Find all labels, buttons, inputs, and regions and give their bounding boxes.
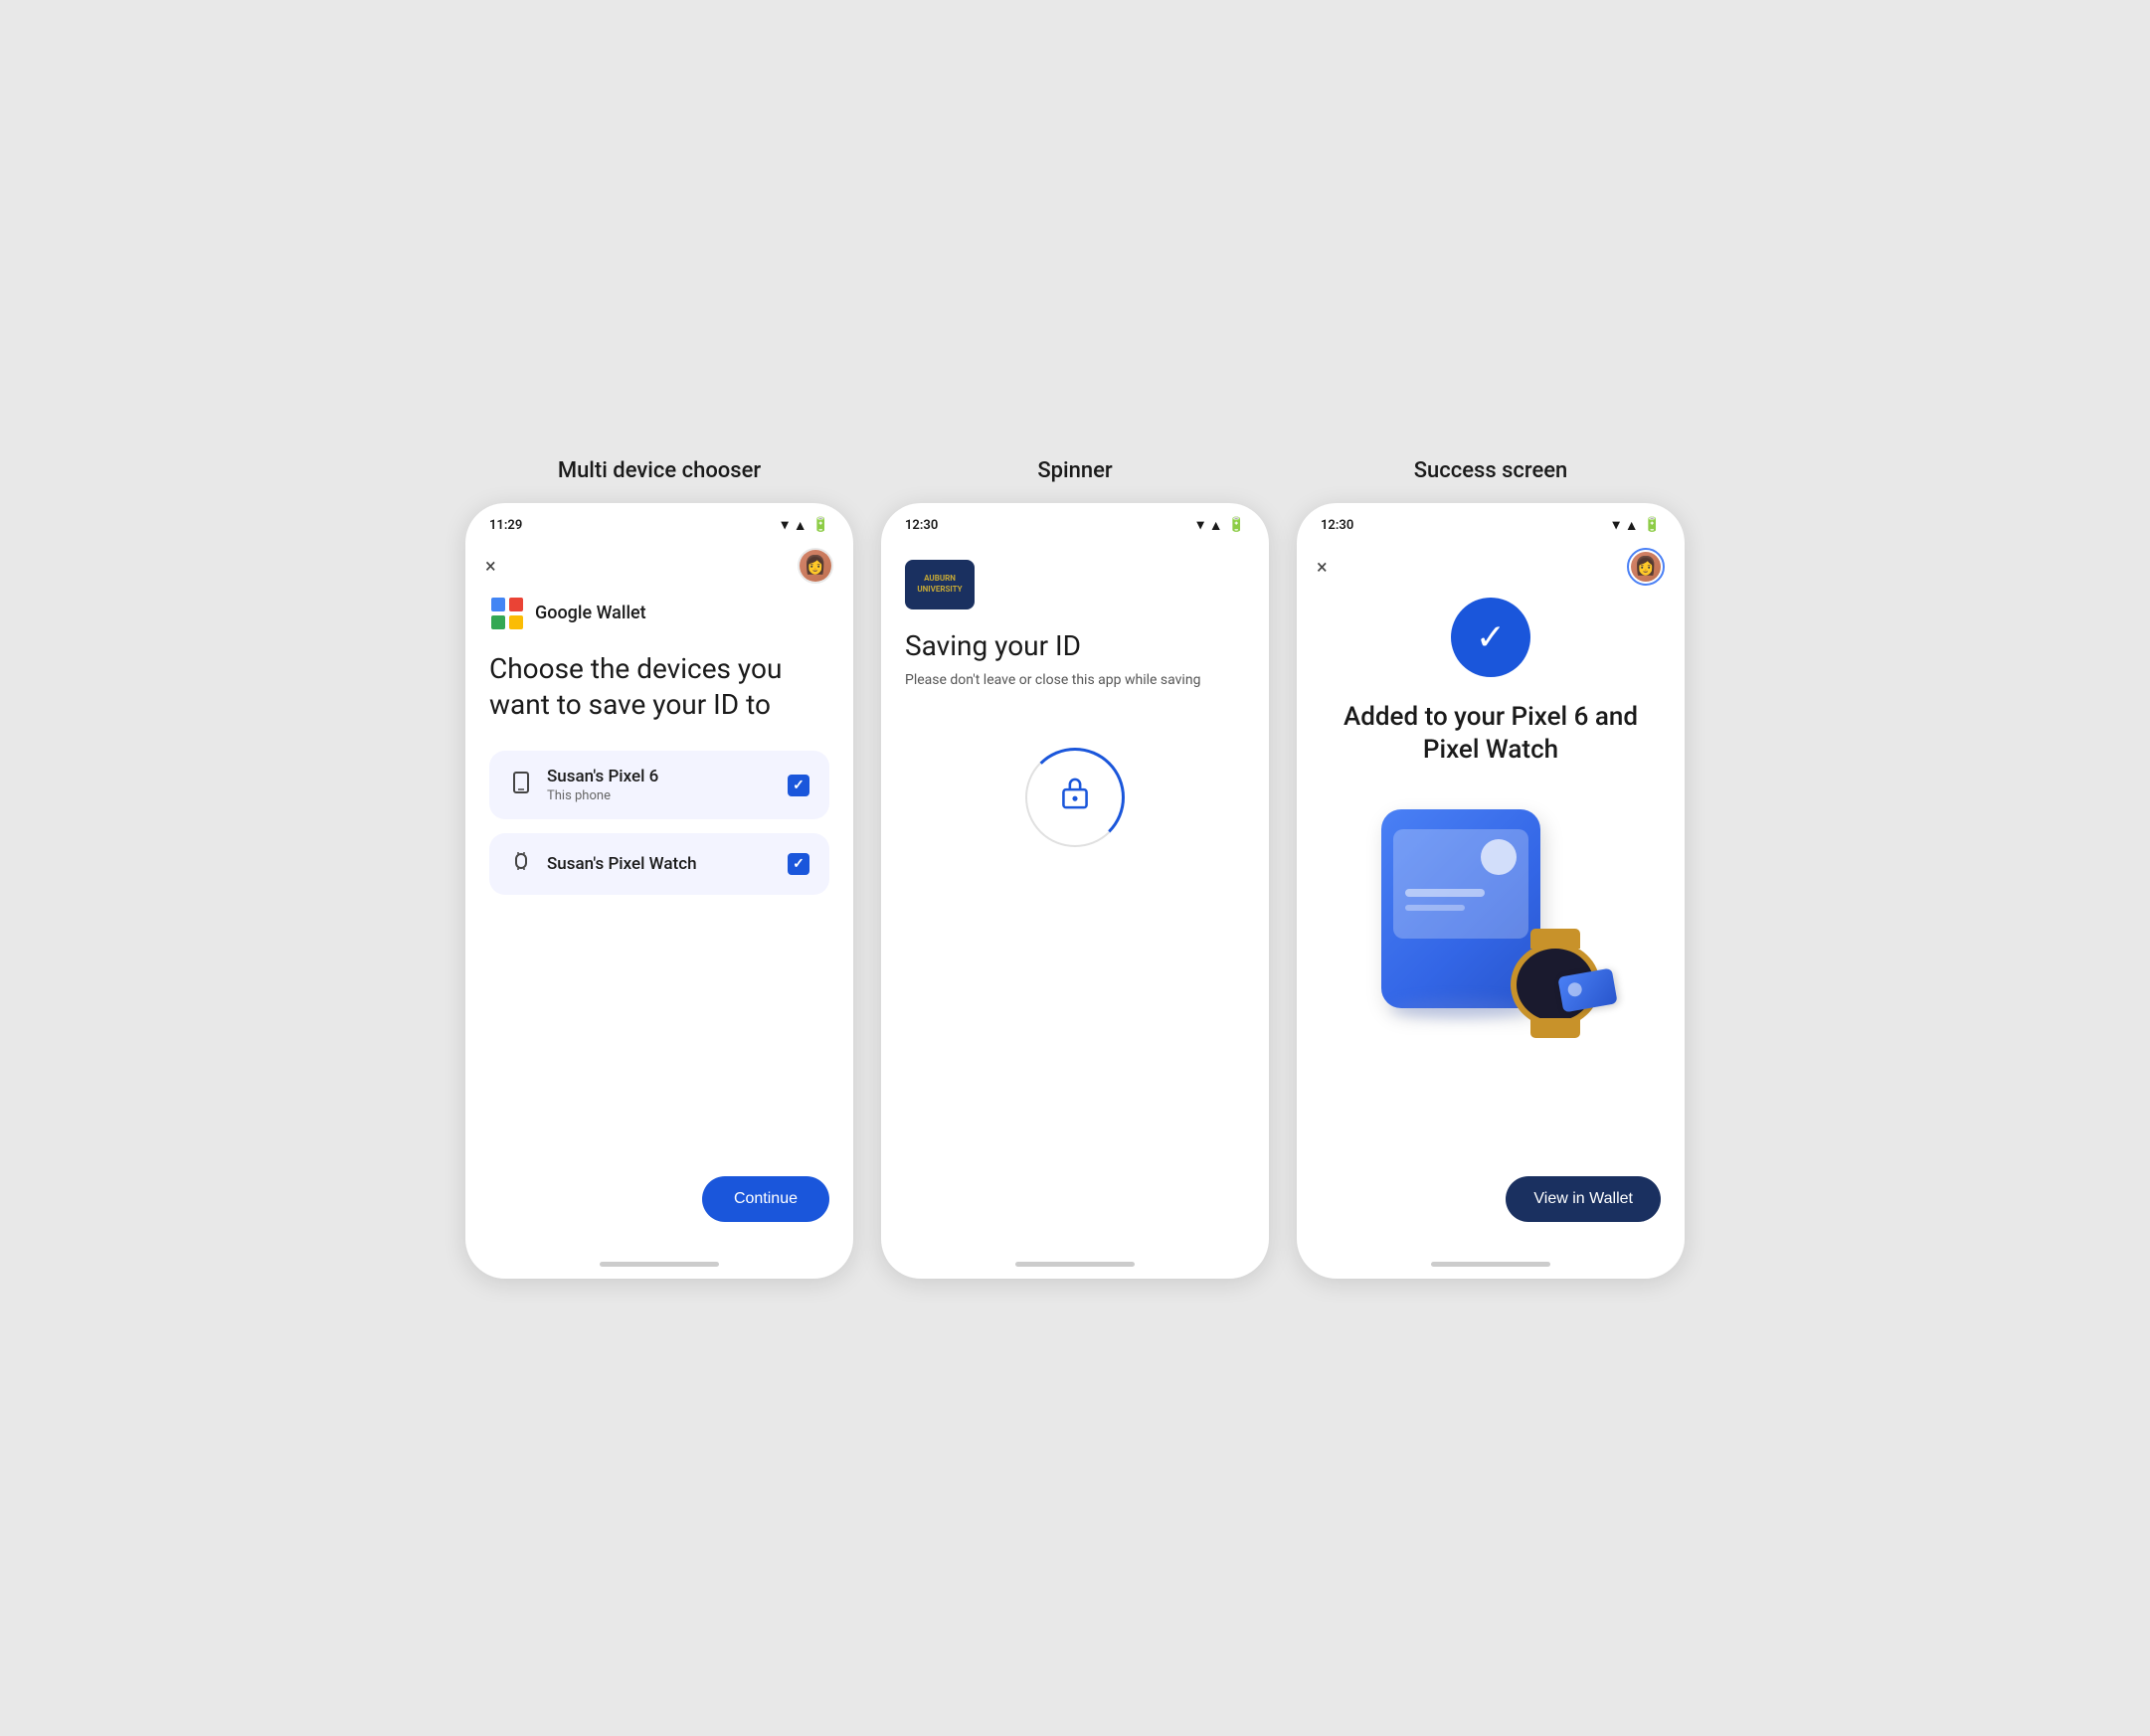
illus-phone-line2 xyxy=(1405,905,1465,911)
home-bar-1 xyxy=(600,1262,719,1267)
watch-device-icon xyxy=(509,849,533,879)
chooser-heading: Choose the devices you want to save your… xyxy=(489,651,829,724)
home-bar-2 xyxy=(1015,1262,1135,1267)
screen3-label: Success screen xyxy=(1414,458,1568,483)
avatar-image-1: 👩 xyxy=(800,550,831,582)
top-bar-2 xyxy=(881,540,1269,560)
screen3-wrapper: Success screen 12:30 ▾ ▲ 🔋 × 👩 ✓ xyxy=(1297,458,1685,1279)
device-item-pixel6[interactable]: Susan's Pixel 6 This phone xyxy=(489,751,829,819)
status-bar-2: 12:30 ▾ ▲ 🔋 xyxy=(881,503,1269,540)
status-time-1: 11:29 xyxy=(489,518,522,533)
screen2-content: AUBURNUNIVERSITY Saving your ID Please d… xyxy=(881,560,1269,1262)
device-sub-pixel6: This phone xyxy=(547,788,774,803)
battery-icon-1: 🔋 xyxy=(812,517,829,533)
device-name-pixel6: Susan's Pixel 6 xyxy=(547,767,774,786)
close-button-1[interactable]: × xyxy=(485,554,496,578)
device-info-pixelwatch: Susan's Pixel Watch xyxy=(547,854,774,874)
device-illustration xyxy=(1361,809,1620,1048)
success-circle: ✓ xyxy=(1451,598,1530,677)
illus-phone-line1 xyxy=(1405,889,1485,897)
illus-card-dot xyxy=(1567,981,1583,997)
view-wallet-btn-wrap: View in Wallet xyxy=(1321,1156,1661,1262)
status-icons-1: ▾ ▲ 🔋 xyxy=(782,517,829,534)
signal-icon-1: ▲ xyxy=(794,517,807,534)
success-checkmark: ✓ xyxy=(1476,616,1506,658)
wallet-header: Google Wallet xyxy=(489,596,829,631)
wallet-title: Google Wallet xyxy=(535,603,646,623)
college-badge: AUBURNUNIVERSITY xyxy=(905,560,975,609)
spinner-area xyxy=(905,748,1245,847)
battery-icon-3: 🔋 xyxy=(1644,517,1661,533)
status-bar-3: 12:30 ▾ ▲ 🔋 xyxy=(1297,503,1685,540)
wallet-logo-icon xyxy=(489,596,525,631)
wifi-icon-1: ▾ xyxy=(782,517,789,533)
illus-watch-band-bottom xyxy=(1530,1018,1580,1038)
saving-subtext: Please don't leave or close this app whi… xyxy=(905,672,1245,688)
lock-icon xyxy=(1059,776,1091,819)
college-badge-text: AUBURNUNIVERSITY xyxy=(917,574,962,595)
wifi-icon-3: ▾ xyxy=(1613,517,1620,533)
wifi-icon-2: ▾ xyxy=(1197,517,1204,533)
phone-frame-2: 12:30 ▾ ▲ 🔋 AUBURNUNIVERSITY Saving your… xyxy=(881,503,1269,1279)
phone-frame-1: 11:29 ▾ ▲ 🔋 × 👩 xyxy=(465,503,853,1279)
device-name-pixelwatch: Susan's Pixel Watch xyxy=(547,854,774,874)
status-time-2: 12:30 xyxy=(905,518,938,533)
screen1-label: Multi device chooser xyxy=(558,458,761,483)
screens-container: Multi device chooser 11:29 ▾ ▲ 🔋 × 👩 xyxy=(465,458,1685,1279)
status-bar-1: 11:29 ▾ ▲ 🔋 xyxy=(465,503,853,540)
illus-phone-avatar xyxy=(1481,839,1517,875)
device-info-pixel6: Susan's Pixel 6 This phone xyxy=(547,767,774,803)
continue-button[interactable]: Continue xyxy=(702,1176,829,1222)
screen2-wrapper: Spinner 12:30 ▾ ▲ 🔋 AUBURNUNIVERSITY Sav… xyxy=(881,458,1269,1279)
screen2-label: Spinner xyxy=(1037,458,1112,483)
signal-icon-3: ▲ xyxy=(1625,517,1639,534)
signal-icon-2: ▲ xyxy=(1209,517,1223,534)
screen3-content: ✓ Added to your Pixel 6 and Pixel Watch xyxy=(1297,598,1685,1262)
device-item-pixelwatch[interactable]: Susan's Pixel Watch xyxy=(489,833,829,895)
battery-icon-2: 🔋 xyxy=(1228,517,1245,533)
status-icons-3: ▾ ▲ 🔋 xyxy=(1613,517,1661,534)
close-button-3[interactable]: × xyxy=(1317,555,1328,579)
success-heading: Added to your Pixel 6 and Pixel Watch xyxy=(1321,701,1661,769)
spinner-circle xyxy=(1025,748,1125,847)
status-time-3: 12:30 xyxy=(1321,518,1353,533)
continue-btn-wrap: Continue xyxy=(465,1156,853,1262)
home-bar-3 xyxy=(1431,1262,1550,1267)
checkbox-pixel6[interactable] xyxy=(788,775,809,796)
saving-heading: Saving your ID xyxy=(905,629,1245,662)
phone-frame-3: 12:30 ▾ ▲ 🔋 × 👩 ✓ Added to your Pixel 6 … xyxy=(1297,503,1685,1279)
avatar-3[interactable]: 👩 xyxy=(1627,548,1665,586)
checkbox-pixelwatch[interactable] xyxy=(788,853,809,875)
status-icons-2: ▾ ▲ 🔋 xyxy=(1197,517,1245,534)
avatar-1[interactable]: 👩 xyxy=(798,548,833,584)
screen1-wrapper: Multi device chooser 11:29 ▾ ▲ 🔋 × 👩 xyxy=(465,458,853,1279)
screen1-content: Google Wallet Choose the devices you wan… xyxy=(465,596,853,1156)
avatar-image-3: 👩 xyxy=(1631,552,1661,582)
view-in-wallet-button[interactable]: View in Wallet xyxy=(1506,1176,1661,1222)
top-bar-3: × 👩 xyxy=(1297,540,1685,598)
phone-device-icon xyxy=(509,771,533,800)
top-bar-1: × 👩 xyxy=(465,540,853,596)
